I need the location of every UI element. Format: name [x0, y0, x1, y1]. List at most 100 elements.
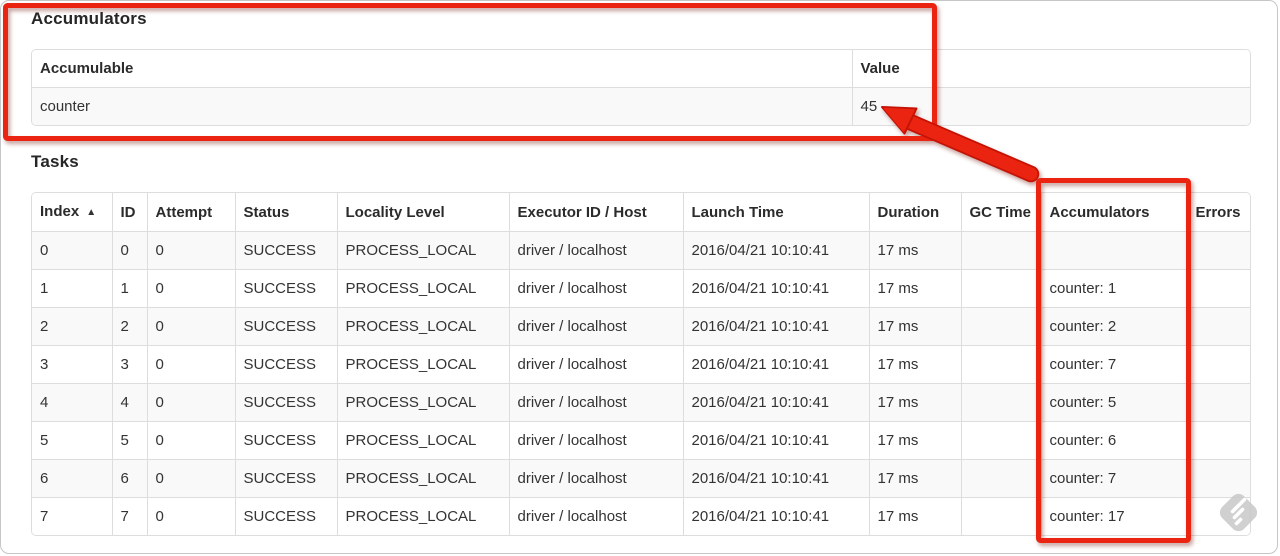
table-cell: [1186, 231, 1250, 270]
column-header-locality-level[interactable]: Locality Level: [336, 193, 510, 232]
table-cell: 3: [32, 345, 113, 384]
table-cell: [960, 345, 1042, 384]
column-header-executor-id-host[interactable]: Executor ID / Host: [508, 193, 684, 232]
table-cell: driver / localhost: [508, 459, 684, 498]
table-cell: [1186, 459, 1250, 498]
accumulators-table: Accumulable Value counter 45: [31, 49, 1251, 126]
table-cell: counter: 6: [1040, 421, 1188, 460]
accumulators-section-title: Accumulators: [31, 9, 147, 28]
tasks-section-title: Tasks: [31, 152, 79, 171]
table-cell: [960, 421, 1042, 460]
table-cell: [960, 383, 1042, 422]
table-cell: 2016/04/21 10:10:41: [682, 421, 870, 460]
table-cell: [1186, 269, 1250, 308]
table-cell: 0: [32, 231, 113, 270]
table-cell: 2: [111, 307, 148, 346]
table-cell: 2016/04/21 10:10:41: [682, 345, 870, 384]
table-cell: SUCCESS: [234, 231, 338, 270]
table-cell: [960, 269, 1042, 308]
table-cell: SUCCESS: [234, 269, 338, 308]
table-cell: counter: 17: [1040, 497, 1188, 535]
column-header-errors[interactable]: Errors: [1186, 193, 1250, 232]
column-header-gc-time[interactable]: GC Time: [960, 193, 1042, 232]
table-cell: PROCESS_LOCAL: [336, 421, 510, 460]
table-cell: 17 ms: [868, 459, 962, 498]
table-cell: 6: [111, 459, 148, 498]
table-cell: driver / localhost: [508, 421, 684, 460]
table-cell: SUCCESS: [234, 307, 338, 346]
table-cell: [1186, 345, 1250, 384]
table-cell: counter: 5: [1040, 383, 1188, 422]
table-cell: 7: [32, 497, 113, 535]
table-cell: 4: [32, 383, 113, 422]
table-cell: 0: [146, 307, 236, 346]
column-header-id[interactable]: ID: [111, 193, 148, 232]
tasks-table-grid: Index ▲ ID Attempt Status Locality Level Execu…: [32, 193, 1250, 535]
table-row: 2 2 0 SUCCESS PROCESS_LOCAL driver / localhos…: [32, 307, 1250, 346]
table-cell: SUCCESS: [234, 459, 338, 498]
table-cell: SUCCESS: [234, 383, 338, 422]
table-row: 3 3 0 SUCCESS PROCESS_LOCAL driver / localhos…: [32, 345, 1250, 384]
table-cell: 7: [111, 497, 148, 535]
table-cell: 2016/04/21 10:10:41: [682, 231, 870, 270]
column-header-value: Value: [851, 50, 1250, 88]
table-cell: 17 ms: [868, 421, 962, 460]
table-cell: 0: [146, 269, 236, 308]
table-row: 1 1 0 SUCCESS PROCESS_LOCAL driver / localhos…: [32, 269, 1250, 308]
table-cell: 6: [32, 459, 113, 498]
table-cell: 17 ms: [868, 307, 962, 346]
table-cell: counter: 1: [1040, 269, 1188, 308]
table-cell: 17 ms: [868, 497, 962, 535]
table-cell: 4: [111, 383, 148, 422]
table-cell: 17 ms: [868, 345, 962, 384]
table-cell: 1: [111, 269, 148, 308]
column-header-attempt[interactable]: Attempt: [146, 193, 236, 232]
column-header-status[interactable]: Status: [234, 193, 338, 232]
table-cell: 0: [146, 421, 236, 460]
table-cell: 0: [146, 383, 236, 422]
table-cell: 2016/04/21 10:10:41: [682, 307, 870, 346]
table-cell: 2016/04/21 10:10:41: [682, 269, 870, 308]
table-cell: 3: [111, 345, 148, 384]
table-cell: counter: 7: [1040, 459, 1188, 498]
table-cell: driver / localhost: [508, 231, 684, 270]
table-row: 5 5 0 SUCCESS PROCESS_LOCAL driver / localhos…: [32, 421, 1250, 460]
table-cell: 2016/04/21 10:10:41: [682, 497, 870, 535]
table-cell: 2016/04/21 10:10:41: [682, 459, 870, 498]
table-row: 7 7 0 SUCCESS PROCESS_LOCAL driver / localhos…: [32, 497, 1250, 535]
table-row: 6 6 0 SUCCESS PROCESS_LOCAL driver / localhos…: [32, 459, 1250, 498]
table-cell: counter: 2: [1040, 307, 1188, 346]
table-cell: 17 ms: [868, 383, 962, 422]
table-cell: counter: 7: [1040, 345, 1188, 384]
table-cell: [1040, 231, 1188, 270]
table-cell: 0: [146, 231, 236, 270]
table-cell: 5: [32, 421, 113, 460]
table-cell: [960, 497, 1042, 535]
accumulators-header-row: Accumulable Value: [32, 50, 1250, 88]
table-cell: driver / localhost: [508, 383, 684, 422]
table-cell: driver / localhost: [508, 497, 684, 535]
table-cell: SUCCESS: [234, 497, 338, 535]
table-cell: 2016/04/21 10:10:41: [682, 383, 870, 422]
sort-ascending-icon: ▲: [86, 207, 97, 218]
table-cell: counter: [32, 87, 853, 125]
table-cell: driver / localhost: [508, 307, 684, 346]
table-row: counter 45: [32, 87, 1250, 125]
column-header-launch-time[interactable]: Launch Time: [682, 193, 870, 232]
column-header-index[interactable]: Index ▲: [32, 193, 113, 232]
table-cell: PROCESS_LOCAL: [336, 459, 510, 498]
table-cell: [1186, 421, 1250, 460]
table-cell: PROCESS_LOCAL: [336, 345, 510, 384]
column-header-duration[interactable]: Duration: [868, 193, 962, 232]
table-cell: [1186, 383, 1250, 422]
table-cell: 2: [32, 307, 113, 346]
tasks-header-row: Index ▲ ID Attempt Status Locality Level Execu…: [32, 193, 1250, 232]
table-cell: [960, 307, 1042, 346]
table-cell: 0: [146, 497, 236, 535]
table-cell: PROCESS_LOCAL: [336, 231, 510, 270]
table-cell: 0: [146, 345, 236, 384]
table-cell: 17 ms: [868, 231, 962, 270]
table-cell: SUCCESS: [234, 345, 338, 384]
column-header-accumulators[interactable]: Accumulators: [1040, 193, 1188, 232]
spark-stage-page: Accumulators Accumulable Value counter 45 …: [0, 0, 1278, 554]
